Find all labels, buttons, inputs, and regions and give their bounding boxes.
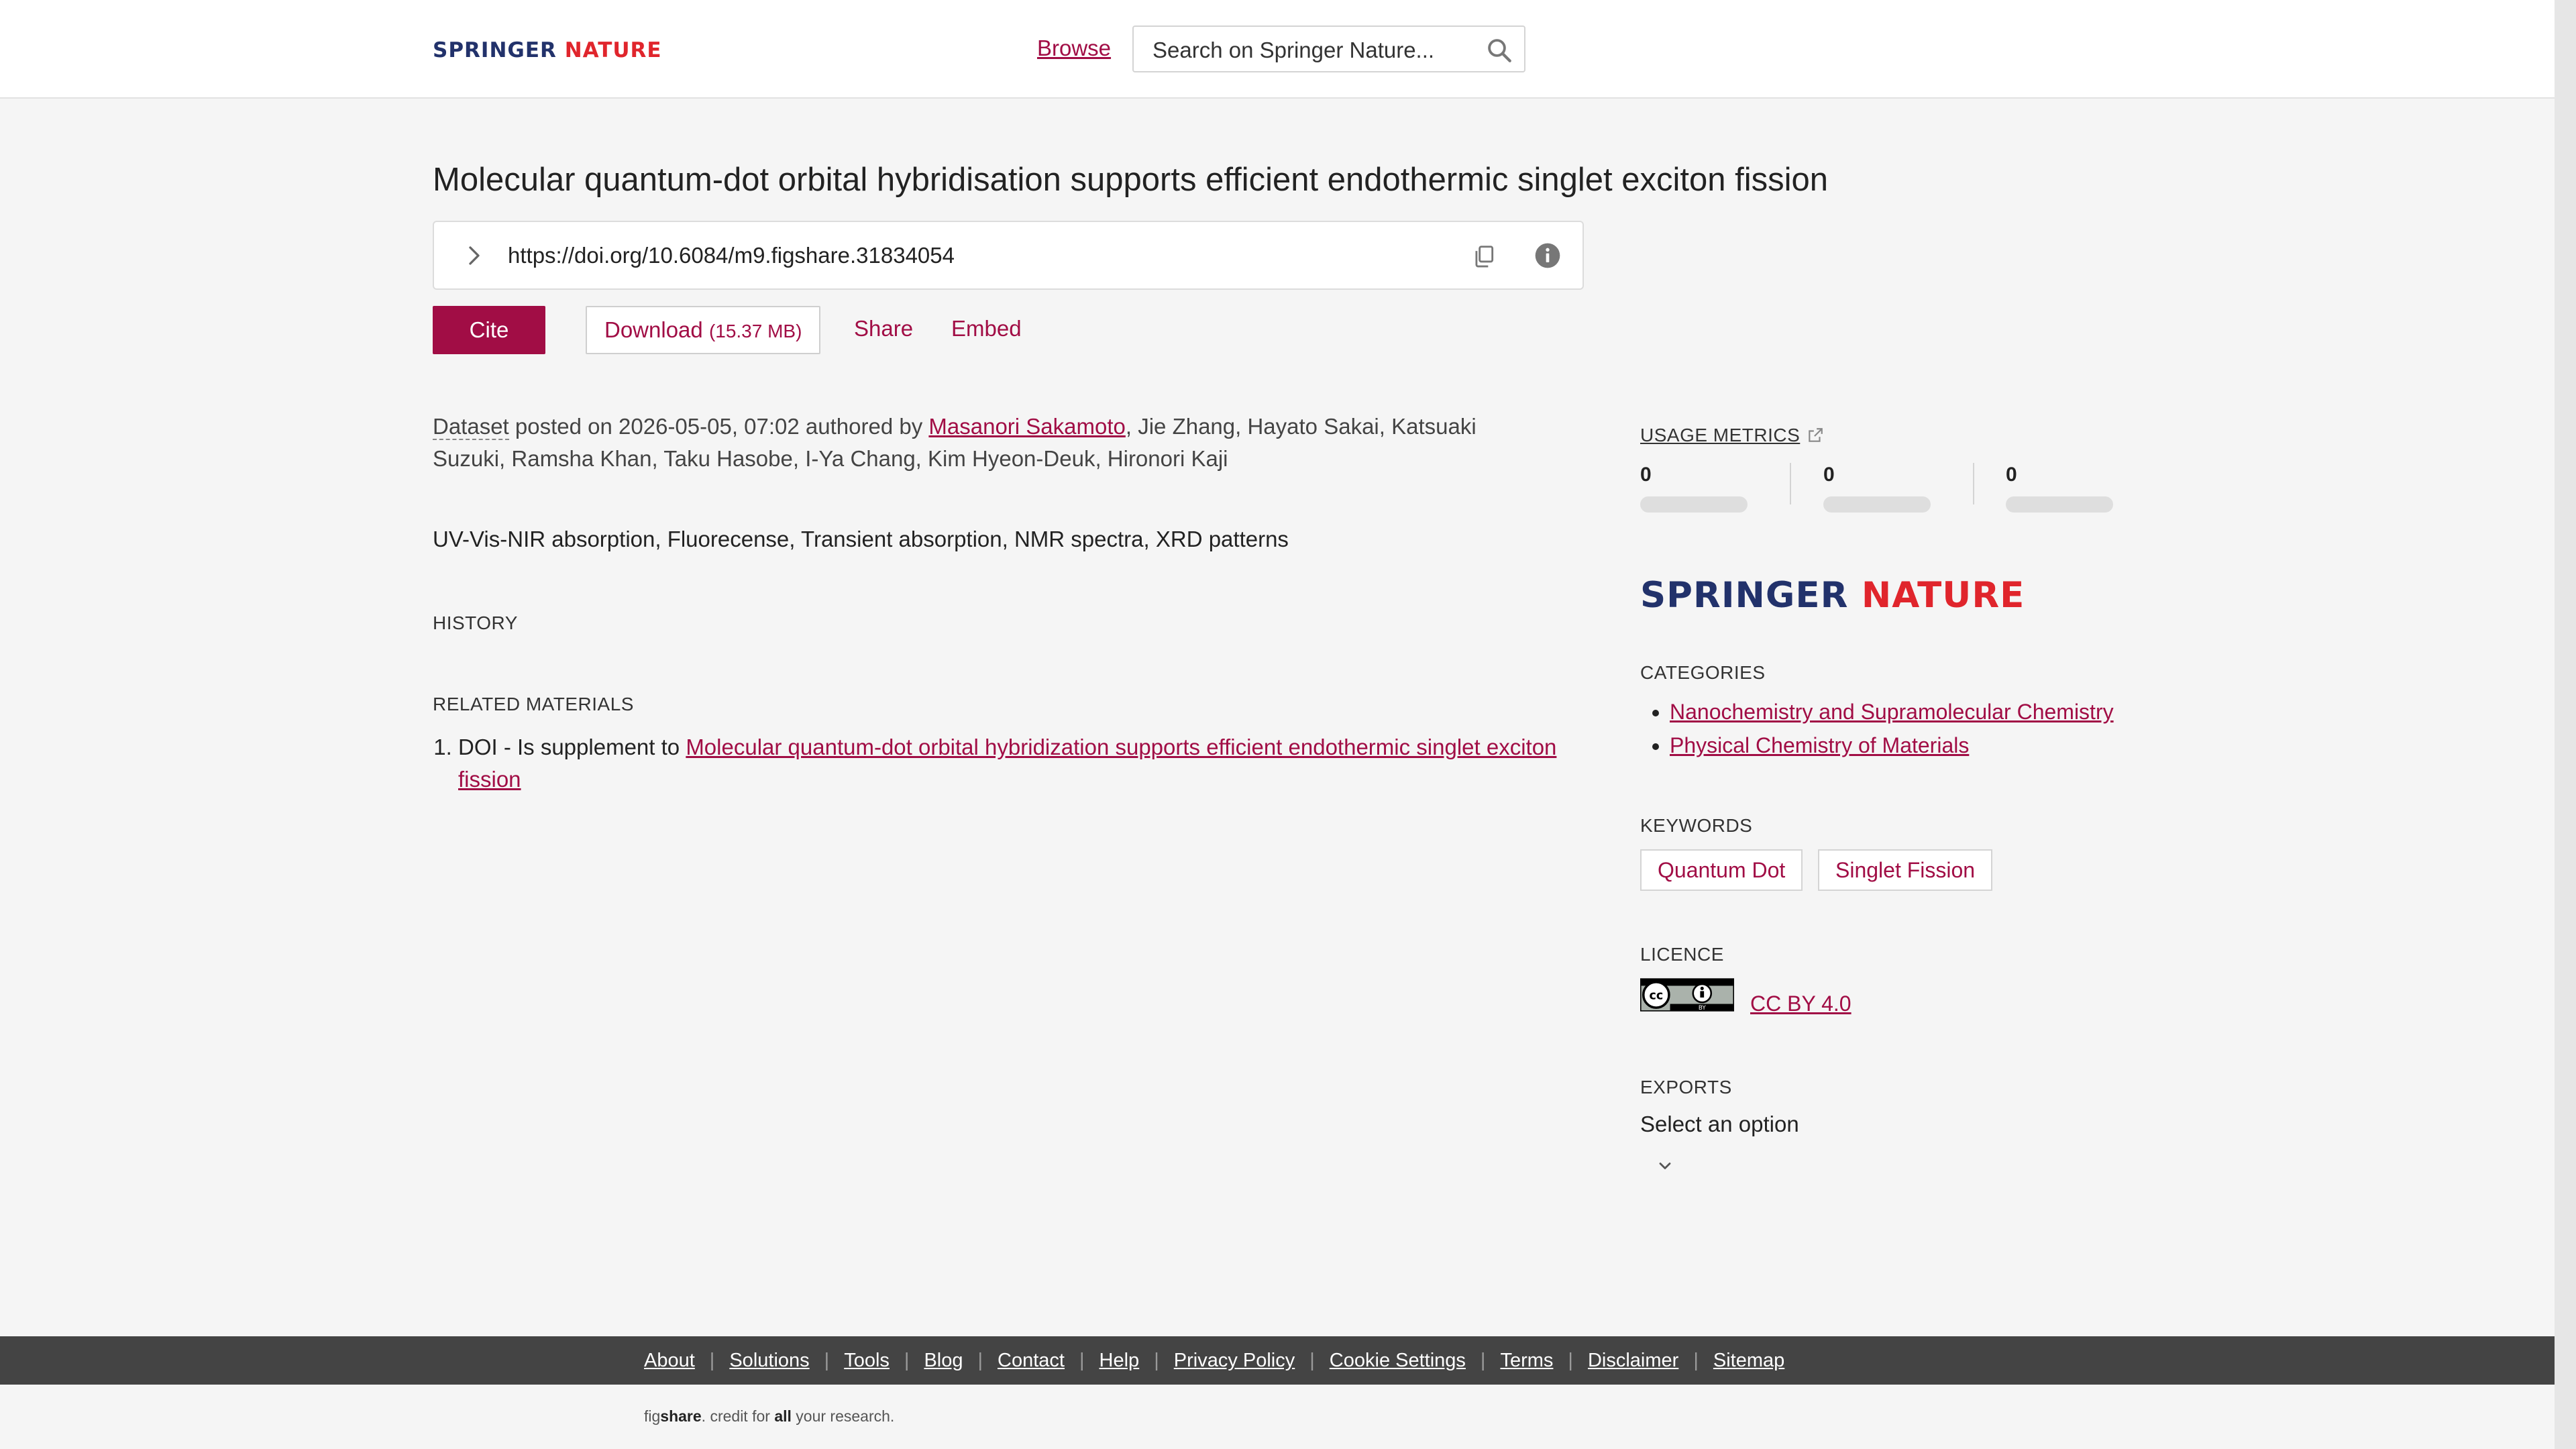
posted-text: posted on 2026-05-05, 07:02 authored by bbox=[508, 414, 929, 439]
metric-value: 0 bbox=[2006, 464, 2017, 486]
related-prefix: DOI - Is supplement to bbox=[458, 735, 686, 759]
exports-select[interactable]: Select an option bbox=[1640, 1111, 1799, 1138]
categories-list: Nanochemistry and Supramolecular Chemist… bbox=[1640, 695, 2114, 762]
search-box bbox=[1132, 25, 1525, 72]
usage-metrics-label: USAGE METRICS bbox=[1640, 425, 1801, 445]
list-item: DOI - Is supplement to Molecular quantum… bbox=[458, 731, 1572, 796]
download-size: (15.37 MB) bbox=[708, 321, 802, 341]
footer-link-cookie-settings[interactable]: Cookie Settings bbox=[1330, 1350, 1466, 1371]
metric-value: 0 bbox=[1640, 464, 1652, 486]
footer-link-privacy-policy[interactable]: Privacy Policy bbox=[1174, 1350, 1295, 1371]
cc-by-badge-icon[interactable]: cc BY bbox=[1640, 978, 1734, 1012]
metric-citations: 0 bbox=[2006, 463, 2113, 513]
footer-link-sitemap[interactable]: Sitemap bbox=[1713, 1350, 1784, 1371]
metric-divider bbox=[1790, 463, 1791, 504]
download-label: Download bbox=[604, 317, 703, 342]
keyword-tag[interactable]: Quantum Dot bbox=[1640, 849, 1803, 891]
footer-link-contact[interactable]: Contact bbox=[998, 1350, 1065, 1371]
footer-link-help[interactable]: Help bbox=[1099, 1350, 1140, 1371]
footer-link-solutions[interactable]: Solutions bbox=[729, 1350, 809, 1371]
info-icon[interactable] bbox=[1534, 242, 1561, 269]
metric-placeholder-bar bbox=[1823, 496, 1931, 513]
cite-button[interactable]: Cite bbox=[433, 306, 545, 354]
item-title: Molecular quantum-dot orbital hybridisat… bbox=[433, 162, 1828, 198]
footer-link-tools[interactable]: Tools bbox=[844, 1350, 890, 1371]
page-scrollbar[interactable] bbox=[2555, 0, 2576, 1449]
browse-link[interactable]: Browse bbox=[1037, 35, 1111, 62]
doi-url[interactable]: https://doi.org/10.6084/m9.figshare.3183… bbox=[508, 242, 955, 269]
share-button[interactable]: Share bbox=[854, 315, 913, 342]
footer-link-disclaimer[interactable]: Disclaimer bbox=[1588, 1350, 1678, 1371]
cc-badge-by-text: BY bbox=[1699, 1005, 1707, 1012]
external-link-icon bbox=[1809, 428, 1823, 442]
copy-icon[interactable] bbox=[1471, 244, 1497, 269]
chevron-down-icon[interactable] bbox=[1656, 1157, 1674, 1175]
embed-button[interactable]: Embed bbox=[951, 315, 1022, 342]
author-link[interactable]: Masanori Sakamoto bbox=[928, 414, 1125, 439]
item-description: UV-Vis-NIR absorption, Fluorecense, Tran… bbox=[433, 527, 1289, 551]
item-type: Dataset bbox=[433, 414, 509, 440]
doi-bar: https://doi.org/10.6084/m9.figshare.3183… bbox=[433, 221, 1584, 290]
metric-placeholder-bar bbox=[2006, 496, 2113, 513]
usage-metrics-link[interactable]: USAGE METRICS bbox=[1640, 424, 1824, 447]
related-materials-heading: RELATED MATERIALS bbox=[433, 694, 634, 714]
figshare-credit: figshare. credit for all your research. bbox=[644, 1407, 895, 1425]
download-button[interactable]: Download (15.37 MB) bbox=[586, 306, 821, 354]
keywords-heading: KEYWORDS bbox=[1640, 815, 1753, 836]
metric-divider bbox=[1973, 463, 1974, 504]
keyword-tag[interactable]: Singlet Fission bbox=[1818, 849, 1993, 891]
footer-link-about[interactable]: About bbox=[644, 1350, 695, 1371]
site-header: SPRINGER NATURE Browse bbox=[0, 0, 2555, 99]
chevron-right-icon[interactable] bbox=[462, 244, 486, 268]
footer-link-terms[interactable]: Terms bbox=[1500, 1350, 1553, 1371]
list-item: Physical Chemistry of Materials bbox=[1670, 729, 2114, 762]
category-link[interactable]: Nanochemistry and Supramolecular Chemist… bbox=[1670, 700, 2114, 724]
metric-placeholder-bar bbox=[1640, 496, 1748, 513]
categories-heading: CATEGORIES bbox=[1640, 662, 1766, 683]
footer-link-blog[interactable]: Blog bbox=[924, 1350, 963, 1371]
metric-downloads: 0 bbox=[1823, 463, 1931, 513]
springer-nature-publisher-logo[interactable]: SPRINGER NATURE bbox=[1640, 576, 2025, 616]
related-materials-list: DOI - Is supplement to Molecular quantum… bbox=[433, 731, 1572, 796]
exports-heading: EXPORTS bbox=[1640, 1077, 1732, 1097]
footer-bar: About | Solutions | Tools | Blog | Contact | Help |… bbox=[0, 1336, 2555, 1385]
licence-link[interactable]: CC BY 4.0 bbox=[1750, 990, 1851, 1017]
category-link[interactable]: Physical Chemistry of Materials bbox=[1670, 733, 1969, 757]
list-item: Nanochemistry and Supramolecular Chemist… bbox=[1670, 695, 2114, 729]
cc-badge-cc-text: cc bbox=[1649, 989, 1663, 1002]
search-input[interactable] bbox=[1151, 35, 1462, 66]
posted-info: Dataset posted on 2026-05-05, 07:02 auth… bbox=[433, 411, 1533, 475]
metric-views: 0 bbox=[1640, 463, 1748, 513]
springer-nature-logo[interactable]: SPRINGER NATURE bbox=[433, 39, 662, 62]
metric-value: 0 bbox=[1823, 464, 1835, 486]
history-heading: HISTORY bbox=[433, 612, 518, 633]
licence-heading: LICENCE bbox=[1640, 944, 1724, 965]
search-icon[interactable] bbox=[1485, 36, 1513, 64]
footer-links: About | Solutions | Tools | Blog | Contact | Help |… bbox=[644, 1350, 1785, 1371]
